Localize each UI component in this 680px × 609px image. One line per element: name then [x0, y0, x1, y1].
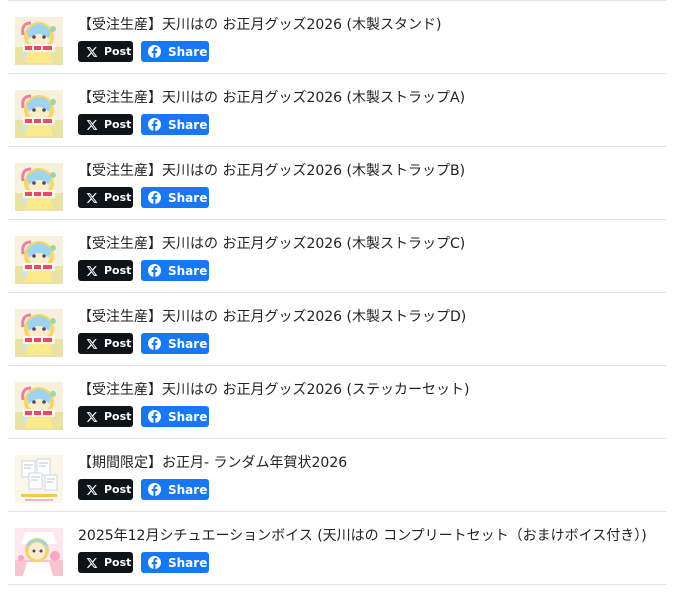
- x-post-label: Post: [104, 410, 132, 423]
- list-item: 【受注生産】天川はの お正月グッズ2026 (木製ストラップB) Post Sh…: [8, 147, 666, 220]
- x-post-label: Post: [104, 45, 132, 58]
- facebook-logo-icon: [148, 191, 161, 204]
- product-title-link[interactable]: 【受注生産】天川はの お正月グッズ2026 (木製ストラップC): [78, 234, 465, 254]
- product-thumbnail[interactable]: [15, 236, 63, 284]
- x-post-button[interactable]: Post: [78, 406, 133, 427]
- share-buttons: Post Share: [78, 406, 209, 427]
- x-logo-icon: [86, 411, 98, 423]
- facebook-logo-icon: [148, 118, 161, 131]
- product-title-link[interactable]: 【受注生産】天川はの お正月グッズ2026 (木製ストラップA): [78, 88, 465, 108]
- list-item: 【受注生産】天川はの お正月グッズ2026 (ステッカーセット) Post Sh…: [8, 366, 666, 439]
- product-thumbnail[interactable]: [15, 382, 63, 430]
- x-logo-icon: [86, 338, 98, 350]
- facebook-share-button[interactable]: Share: [141, 187, 209, 208]
- x-post-label: Post: [104, 337, 132, 350]
- product-thumbnail[interactable]: [15, 163, 63, 211]
- facebook-share-button[interactable]: Share: [141, 260, 209, 281]
- x-post-label: Post: [104, 556, 132, 569]
- x-logo-icon: [86, 119, 98, 131]
- x-logo-icon: [86, 192, 98, 204]
- facebook-share-button[interactable]: Share: [141, 552, 209, 573]
- x-post-button[interactable]: Post: [78, 552, 133, 573]
- share-buttons: Post Share: [78, 479, 209, 500]
- product-title-link[interactable]: 【受注生産】天川はの お正月グッズ2026 (木製スタンド): [78, 15, 441, 35]
- facebook-logo-icon: [148, 45, 161, 58]
- facebook-share-label: Share: [168, 263, 208, 278]
- product-title-link[interactable]: 【受注生産】天川はの お正月グッズ2026 (ステッカーセット): [78, 380, 469, 400]
- product-title-link[interactable]: 【受注生産】天川はの お正月グッズ2026 (木製ストラップB): [78, 161, 465, 181]
- list-item: 【期間限定】お正月- ランダム年賀状2026 Post Share: [8, 439, 666, 512]
- list-item: 【受注生産】天川はの お正月グッズ2026 (木製ストラップC) Post Sh…: [8, 220, 666, 293]
- x-post-label: Post: [104, 264, 132, 277]
- product-title-link[interactable]: 2025年12月シチュエーションボイス (天川はの コンプリートセット（おまけボ…: [78, 526, 647, 546]
- x-post-button[interactable]: Post: [78, 187, 133, 208]
- x-post-button[interactable]: Post: [78, 114, 133, 135]
- facebook-share-label: Share: [168, 482, 208, 497]
- facebook-logo-icon: [148, 556, 161, 569]
- x-post-button[interactable]: Post: [78, 479, 133, 500]
- facebook-share-label: Share: [168, 409, 208, 424]
- facebook-logo-icon: [148, 264, 161, 277]
- product-thumbnail[interactable]: [15, 455, 63, 503]
- product-title-link[interactable]: 【受注生産】天川はの お正月グッズ2026 (木製ストラップD): [78, 307, 466, 327]
- facebook-share-button[interactable]: Share: [141, 479, 209, 500]
- product-thumbnail[interactable]: [15, 90, 63, 138]
- share-buttons: Post Share: [78, 187, 209, 208]
- product-list: 【受注生産】天川はの お正月グッズ2026 (木製スタンド) Post Shar…: [8, 0, 666, 585]
- facebook-share-button[interactable]: Share: [141, 41, 209, 62]
- list-item: 【受注生産】天川はの お正月グッズ2026 (木製ストラップA) Post Sh…: [8, 74, 666, 147]
- list-item: 2025年12月シチュエーションボイス (天川はの コンプリートセット（おまけボ…: [8, 512, 666, 585]
- x-post-button[interactable]: Post: [78, 260, 133, 281]
- share-buttons: Post Share: [78, 114, 209, 135]
- x-post-button[interactable]: Post: [78, 333, 133, 354]
- facebook-share-label: Share: [168, 555, 208, 570]
- share-buttons: Post Share: [78, 41, 209, 62]
- facebook-share-label: Share: [168, 190, 208, 205]
- facebook-share-label: Share: [168, 336, 208, 351]
- x-logo-icon: [86, 557, 98, 569]
- x-post-label: Post: [104, 191, 132, 204]
- list-item: 【受注生産】天川はの お正月グッズ2026 (木製ストラップD) Post Sh…: [8, 293, 666, 366]
- facebook-logo-icon: [148, 483, 161, 496]
- facebook-share-label: Share: [168, 44, 208, 59]
- x-post-label: Post: [104, 483, 132, 496]
- product-thumbnail[interactable]: [15, 309, 63, 357]
- facebook-logo-icon: [148, 337, 161, 350]
- facebook-share-button[interactable]: Share: [141, 333, 209, 354]
- x-logo-icon: [86, 484, 98, 496]
- share-buttons: Post Share: [78, 333, 209, 354]
- facebook-share-label: Share: [168, 117, 208, 132]
- share-buttons: Post Share: [78, 552, 209, 573]
- facebook-share-button[interactable]: Share: [141, 114, 209, 135]
- share-buttons: Post Share: [78, 260, 209, 281]
- x-logo-icon: [86, 46, 98, 58]
- product-thumbnail[interactable]: [15, 17, 63, 65]
- facebook-logo-icon: [148, 410, 161, 423]
- list-item: 【受注生産】天川はの お正月グッズ2026 (木製スタンド) Post Shar…: [8, 1, 666, 74]
- x-post-button[interactable]: Post: [78, 41, 133, 62]
- product-title-link[interactable]: 【期間限定】お正月- ランダム年賀状2026: [78, 453, 347, 473]
- product-thumbnail[interactable]: [15, 528, 63, 576]
- x-post-label: Post: [104, 118, 132, 131]
- x-logo-icon: [86, 265, 98, 277]
- facebook-share-button[interactable]: Share: [141, 406, 209, 427]
